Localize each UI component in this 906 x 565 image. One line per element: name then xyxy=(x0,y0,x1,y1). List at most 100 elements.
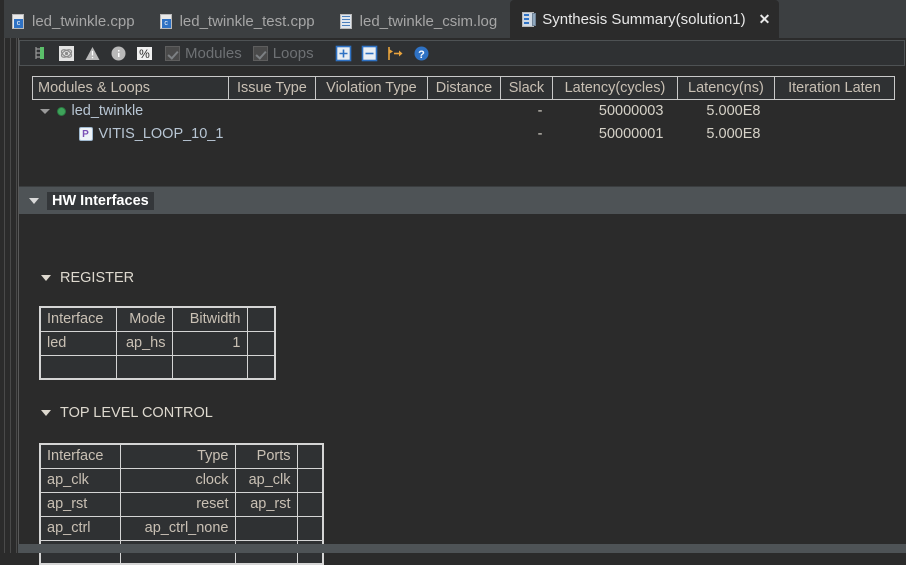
chevron-down-icon[interactable] xyxy=(41,275,51,281)
cell-latency-ns: 5.000E8 xyxy=(677,123,774,146)
cell-violation-type xyxy=(315,100,427,123)
table-header-row: Modules & LoopsIssue TypeViolation TypeD… xyxy=(33,77,895,100)
section-title: TOP LEVEL CONTROL xyxy=(60,405,213,421)
column-header-7[interactable]: Iteration Laten xyxy=(774,77,894,100)
column-header-2[interactable]: Violation Type xyxy=(315,77,427,100)
module-name-cell[interactable]: led_twinkle xyxy=(33,100,229,123)
table-cell xyxy=(247,355,275,379)
cell-distance xyxy=(427,123,500,146)
module-name-label: VITIS_LOOP_10_1 xyxy=(99,126,224,142)
table-row[interactable]: led_twinkle -500000035.000E8 xyxy=(33,100,895,123)
column-header-3[interactable] xyxy=(297,444,323,468)
module-name-cell[interactable]: P VITIS_LOOP_10_1 xyxy=(33,123,229,146)
table-cell xyxy=(297,492,323,516)
panel-rail-left-2 xyxy=(6,38,11,553)
cell-iteration-latency xyxy=(774,123,894,146)
collapse-triangle-icon[interactable] xyxy=(40,109,50,114)
synthesis-summary-panel: % Modules Loops? Modules & LoopsIssue Type… xyxy=(0,38,906,553)
goto-icon[interactable] xyxy=(386,44,405,63)
editor-tab-bar: cled_twinkle.cppcled_twinkle_test.cppled… xyxy=(0,0,906,38)
table-row[interactable]: ap_ctrlap_ctrl_none xyxy=(40,516,323,540)
editor-tab-label: led_twinkle_csim.log xyxy=(360,14,498,29)
table-cell: led xyxy=(40,331,116,355)
table-cell: ap_clk xyxy=(40,468,120,492)
table-row[interactable]: ledap_hs1 xyxy=(40,331,275,355)
table-cell xyxy=(297,468,323,492)
table-cell: ap_clk xyxy=(235,468,297,492)
column-header-2[interactable]: Bitwidth xyxy=(172,307,247,331)
column-header-1[interactable]: Type xyxy=(120,444,235,468)
percent-icon[interactable]: % xyxy=(135,44,154,63)
panel-rail-left-1 xyxy=(0,38,5,553)
summary-toolbar: % Modules Loops? xyxy=(19,40,905,66)
close-icon[interactable]: ✕ xyxy=(759,12,771,26)
hw-interfaces-bar[interactable]: HW Interfaces xyxy=(19,186,906,214)
info-icon[interactable] xyxy=(109,44,128,63)
panel-bottom-strip xyxy=(18,544,906,553)
column-header-4[interactable]: Slack xyxy=(500,77,552,100)
table-header-row: InterfaceTypePorts xyxy=(40,444,323,468)
cell-slack: - xyxy=(500,100,552,123)
column-header-0[interactable]: Modules & Loops xyxy=(33,77,229,100)
cell-issue-type xyxy=(228,123,315,146)
summary-content: % Modules Loops? Modules & LoopsIssue Type… xyxy=(18,38,906,553)
section-title: REGISTER xyxy=(60,270,134,286)
section-header-register[interactable]: REGISTER xyxy=(41,270,134,286)
warning-icon[interactable] xyxy=(83,44,102,63)
table-cell: clock xyxy=(120,468,235,492)
chevron-down-icon[interactable] xyxy=(29,198,39,204)
checkbox-box[interactable] xyxy=(253,46,268,61)
cell-latency-cycles: 50000003 xyxy=(552,100,677,123)
table-body: led_twinkle -500000035.000E8 P VITIS_LOOP_1… xyxy=(33,100,895,146)
table-cell: 1 xyxy=(172,331,247,355)
column-header-0[interactable]: Interface xyxy=(40,307,116,331)
table-cell xyxy=(247,331,275,355)
svg-text:?: ? xyxy=(418,48,425,60)
cell-iteration-latency xyxy=(774,100,894,123)
table-cell: ap_ctrl_none xyxy=(120,516,235,540)
table-cell: reset xyxy=(120,492,235,516)
section-header-top-level-control[interactable]: TOP LEVEL CONTROL xyxy=(41,405,213,421)
column-header-3[interactable]: Distance xyxy=(427,77,500,100)
column-header-1[interactable]: Issue Type xyxy=(228,77,315,100)
table-cell: ap_ctrl xyxy=(40,516,120,540)
expand-all-icon[interactable] xyxy=(334,44,353,63)
table-cell xyxy=(40,355,116,379)
table-row[interactable]: PVITIS_LOOP_10_1-500000015.000E8 xyxy=(33,123,895,146)
column-header-3[interactable] xyxy=(247,307,275,331)
editor-tab-label: led_twinkle_test.cpp xyxy=(180,14,315,29)
table-row[interactable]: ap_rstresetap_rst xyxy=(40,492,323,516)
cell-violation-type xyxy=(315,123,427,146)
editor-tab-2[interactable]: led_twinkle_csim.log xyxy=(328,4,511,38)
table-row[interactable]: ap_clkclockap_clk xyxy=(40,468,323,492)
cell-latency-ns: 5.000E8 xyxy=(677,100,774,123)
column-header-1[interactable]: Mode xyxy=(116,307,172,331)
help-icon[interactable]: ? xyxy=(412,44,431,63)
editor-tab-3[interactable]: Synthesis Summary(solution1) ✕ xyxy=(510,0,779,38)
modules-and-loops-table[interactable]: Modules & LoopsIssue TypeViolation TypeD… xyxy=(32,76,895,146)
svg-text:%: % xyxy=(139,47,150,61)
filter-checkbox-modules[interactable]: Modules xyxy=(165,45,242,62)
checkbox-box[interactable] xyxy=(165,46,180,61)
collapse-all-icon[interactable] xyxy=(360,44,379,63)
table-row[interactable] xyxy=(40,355,275,379)
editor-tab-label: Synthesis Summary(solution1) xyxy=(542,12,745,27)
tree-expand-icon[interactable] xyxy=(31,44,50,63)
table-header-row: InterfaceModeBitwidth xyxy=(40,307,275,331)
cell-latency-cycles: 50000001 xyxy=(552,123,677,146)
chevron-down-icon[interactable] xyxy=(41,410,51,416)
table-cell xyxy=(297,516,323,540)
filter-checkbox-loops[interactable]: Loops xyxy=(253,45,314,62)
table-cell: ap_rst xyxy=(235,492,297,516)
table-cell xyxy=(116,355,172,379)
pipeline-loop-icon: P xyxy=(79,127,93,141)
column-header-0[interactable]: Interface xyxy=(40,444,120,468)
editor-tab-0[interactable]: cled_twinkle.cpp xyxy=(0,4,148,38)
editor-tab-1[interactable]: cled_twinkle_test.cpp xyxy=(148,4,328,38)
column-header-5[interactable]: Latency(cycles) xyxy=(552,77,677,100)
column-header-6[interactable]: Latency(ns) xyxy=(677,77,774,100)
table-cell: ap_hs xyxy=(116,331,172,355)
link-icon[interactable] xyxy=(57,44,76,63)
column-header-2[interactable]: Ports xyxy=(235,444,297,468)
table-register[interactable]: InterfaceModeBitwidthledap_hs1 xyxy=(39,306,276,380)
